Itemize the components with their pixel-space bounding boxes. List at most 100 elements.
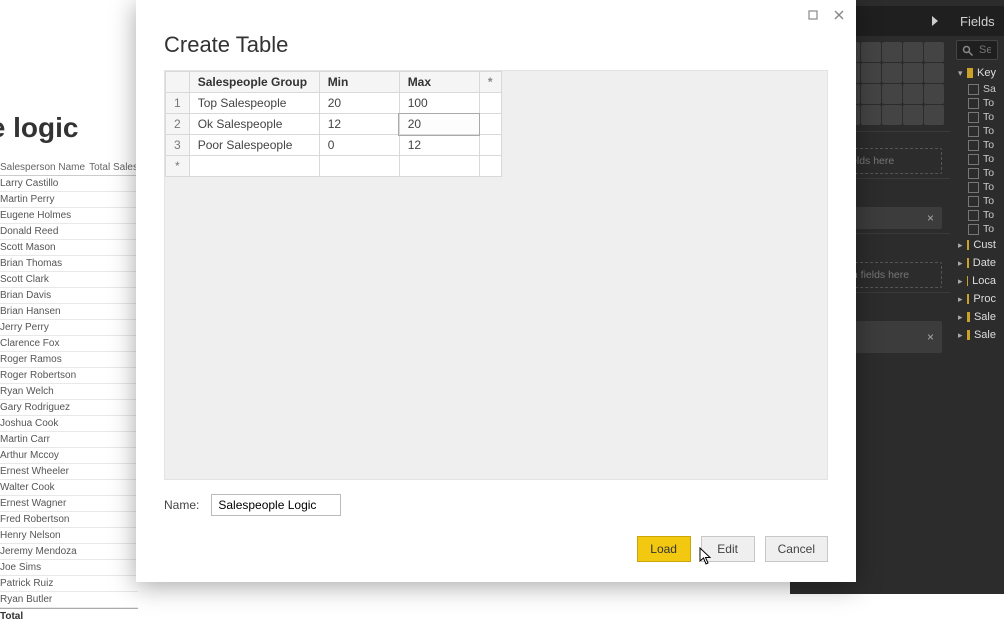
table-row[interactable]: 1 Top Salespeople 20 100 (166, 93, 502, 114)
remove-filter-icon[interactable]: × (927, 211, 934, 225)
table-row: Arthur Mccoy (0, 448, 138, 464)
field-item[interactable]: To (950, 138, 1004, 152)
col-header-max[interactable]: Max (399, 72, 479, 93)
viz-icon[interactable] (882, 42, 902, 62)
viz-icon[interactable] (924, 105, 944, 125)
col-header-min[interactable]: Min (319, 72, 399, 93)
field-item[interactable]: To (950, 110, 1004, 124)
table-row[interactable]: 2 Ok Salespeople 12 20 (166, 114, 502, 135)
cell-min[interactable]: 12 (319, 114, 399, 135)
cell-group[interactable]: Poor Salespeople (189, 135, 319, 156)
cell-extra[interactable] (479, 93, 501, 114)
load-button[interactable]: Load (637, 536, 691, 562)
table-row: Gary Rodriguez (0, 400, 138, 416)
remove-filter-icon[interactable]: × (927, 330, 934, 344)
field-item[interactable]: To (950, 166, 1004, 180)
checkbox-icon[interactable] (968, 84, 979, 95)
checkbox-icon[interactable] (968, 98, 979, 109)
checkbox-icon[interactable] (968, 154, 979, 165)
viz-icon[interactable] (924, 63, 944, 83)
table-name-input[interactable] (211, 494, 341, 516)
table-row: Ernest Wagner (0, 496, 138, 512)
table-row: Larry Castillo (0, 176, 138, 192)
viz-icon[interactable] (924, 84, 944, 104)
field-item[interactable]: To (950, 222, 1004, 236)
cell-min[interactable] (319, 156, 399, 177)
cell-group[interactable]: Top Salespeople (189, 93, 319, 114)
field-item-label: To (983, 97, 994, 109)
cell-max[interactable]: 12 (399, 135, 479, 156)
maximize-button[interactable] (804, 6, 822, 24)
create-table-dialog: Create Table Salespeople Group Min Max *… (136, 0, 856, 582)
col-header-group[interactable]: Salespeople Group (189, 72, 319, 93)
field-table-label: Proc (973, 293, 996, 305)
field-item[interactable]: To (950, 152, 1004, 166)
fields-pane-header[interactable]: Fields (950, 6, 1004, 36)
checkbox-icon[interactable] (968, 168, 979, 179)
viz-icon[interactable] (861, 105, 881, 125)
field-item-label: To (983, 209, 994, 221)
viz-icon[interactable] (882, 105, 902, 125)
cell-extra[interactable] (479, 135, 501, 156)
viz-icon[interactable] (861, 42, 881, 62)
chevron-right-icon[interactable] (930, 14, 940, 29)
cancel-button[interactable]: Cancel (765, 536, 828, 562)
field-table[interactable]: ▸Sale (950, 308, 1004, 326)
cell-max[interactable] (399, 156, 479, 177)
checkbox-icon[interactable] (968, 210, 979, 221)
field-table-key[interactable]: ▾ Key (950, 64, 1004, 82)
field-item[interactable]: Sa (950, 82, 1004, 96)
cell-max[interactable]: 100 (399, 93, 479, 114)
add-column-button[interactable]: * (479, 72, 501, 93)
cell-group[interactable]: Ok Salespeople (189, 114, 319, 135)
checkbox-icon[interactable] (968, 224, 979, 235)
field-item[interactable]: To (950, 124, 1004, 138)
viz-icon[interactable] (861, 63, 881, 83)
field-item-label: To (983, 167, 994, 179)
cell-min[interactable]: 20 (319, 93, 399, 114)
add-row-button[interactable]: * (166, 156, 190, 177)
viz-icon[interactable] (903, 84, 923, 104)
fields-pane: Fields ▾ Key SaToToToToToToToToToTo ▸Cus… (950, 0, 1004, 594)
cell-max-editing[interactable]: 20 (399, 114, 479, 135)
checkbox-icon[interactable] (968, 112, 979, 123)
field-item[interactable]: To (950, 96, 1004, 110)
cell-extra[interactable] (479, 156, 501, 177)
field-item-label: To (983, 195, 994, 207)
edit-button[interactable]: Edit (701, 536, 755, 562)
field-item[interactable]: To (950, 208, 1004, 222)
field-item-label: To (983, 223, 994, 235)
cell-min[interactable]: 0 (319, 135, 399, 156)
table-row: Brian Hansen (0, 304, 138, 320)
table-row: Jerry Perry (0, 320, 138, 336)
field-item[interactable]: To (950, 180, 1004, 194)
table-editor[interactable]: Salespeople Group Min Max * 1 Top Salesp… (164, 70, 828, 480)
checkbox-icon[interactable] (968, 196, 979, 207)
viz-icon[interactable] (882, 63, 902, 83)
field-table[interactable]: ▸Proc (950, 290, 1004, 308)
viz-icon[interactable] (924, 42, 944, 62)
checkbox-icon[interactable] (968, 182, 979, 193)
field-table[interactable]: ▸Sale (950, 326, 1004, 344)
field-table[interactable]: ▸Cust (950, 236, 1004, 254)
viz-icon[interactable] (861, 84, 881, 104)
field-table[interactable]: ▸Loca (950, 272, 1004, 290)
viz-icon[interactable] (903, 42, 923, 62)
viz-icon[interactable] (903, 105, 923, 125)
table-row[interactable]: 3 Poor Salespeople 0 12 (166, 135, 502, 156)
checkbox-icon[interactable] (968, 140, 979, 151)
viz-icon[interactable] (882, 84, 902, 104)
field-table[interactable]: ▸Date (950, 254, 1004, 272)
cell-group[interactable] (189, 156, 319, 177)
field-item[interactable]: To (950, 194, 1004, 208)
close-button[interactable] (830, 6, 848, 24)
table-row: Eugene Holmes (0, 208, 138, 224)
dialog-title: Create Table (136, 30, 856, 70)
viz-icon[interactable] (903, 63, 923, 83)
field-search[interactable] (950, 36, 1004, 64)
checkbox-icon[interactable] (968, 126, 979, 137)
cell-extra[interactable] (479, 114, 501, 135)
row-number: 3 (166, 135, 190, 156)
new-row[interactable]: * (166, 156, 502, 177)
field-table-label: Loca (972, 275, 996, 287)
